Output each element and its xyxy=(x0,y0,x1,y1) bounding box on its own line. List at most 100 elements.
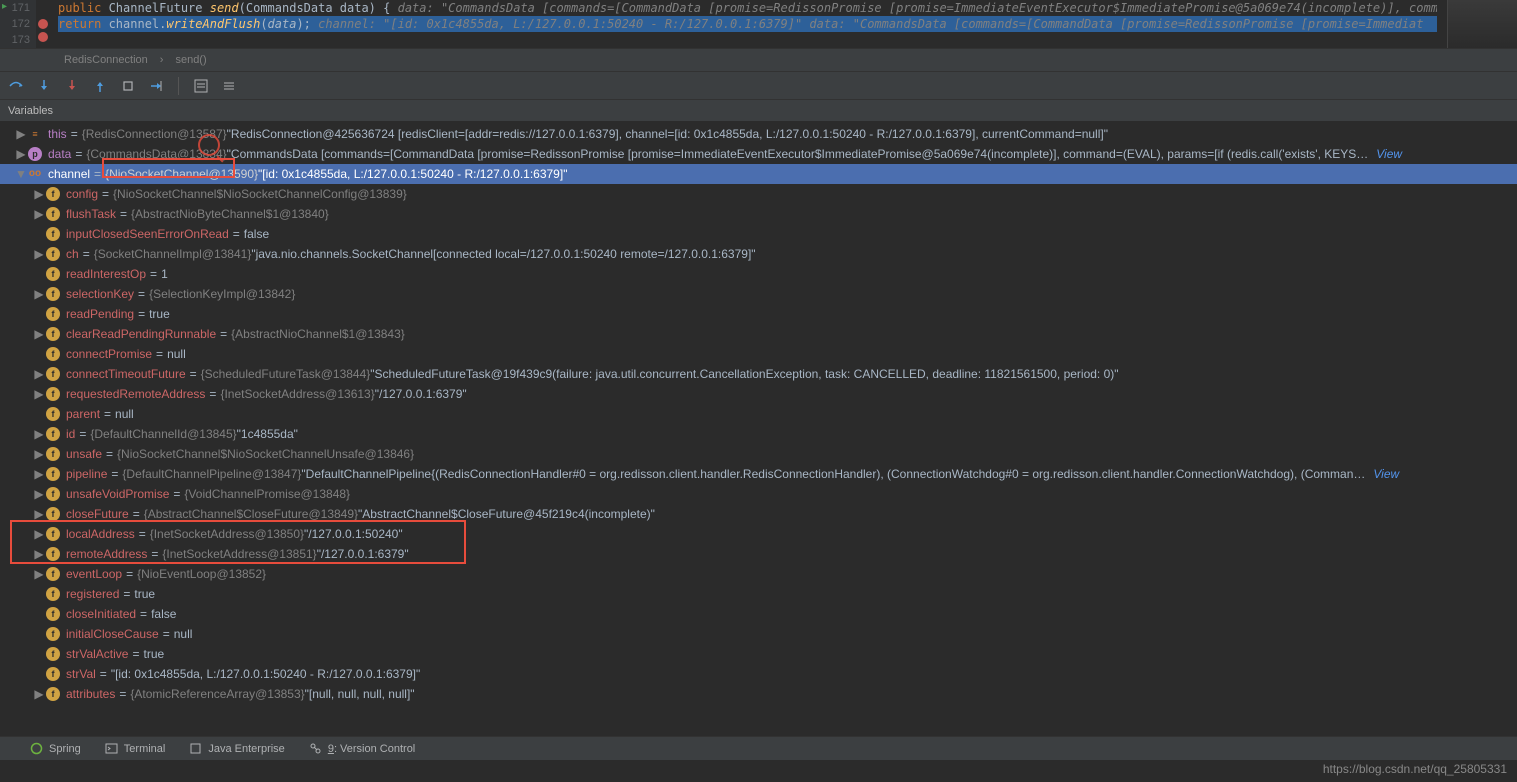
variable-row[interactable]: fstrVal = "[id: 0x1c4855da, L:/127.0.0.1… xyxy=(0,664,1517,684)
variable-type: {CommandsData@13834} xyxy=(86,144,226,164)
equals-sign: = xyxy=(140,604,147,624)
expand-icon[interactable]: ▶ xyxy=(32,424,46,444)
variable-value: "ScheduledFutureTask@19f439c9(failure: j… xyxy=(370,364,1118,384)
code-line xyxy=(58,32,1437,48)
keyword: public xyxy=(58,1,109,15)
expand-icon[interactable]: ▶ xyxy=(32,504,46,524)
force-step-into-icon[interactable] xyxy=(64,78,80,94)
code-minimap[interactable] xyxy=(1447,0,1517,48)
variable-row[interactable]: fregistered = true xyxy=(0,584,1517,604)
variable-row[interactable]: ▶pdata = {CommandsData@13834} "CommandsD… xyxy=(0,144,1517,164)
spring-tool-tab[interactable]: Spring xyxy=(30,742,81,755)
field-badge-icon: f xyxy=(46,587,60,601)
active-breakpoint-icon[interactable] xyxy=(38,32,48,42)
view-link[interactable]: View xyxy=(1376,144,1402,164)
variable-row[interactable]: ▶fattributes = {AtomicReferenceArray@138… xyxy=(0,684,1517,704)
variable-row[interactable]: fparent = null xyxy=(0,404,1517,424)
variables-panel-header[interactable]: Variables xyxy=(0,100,1517,122)
expand-icon[interactable]: ▶ xyxy=(32,244,46,264)
code-text: (CommandsData data) { xyxy=(239,1,398,15)
code-editor[interactable]: ▸ 171 172 173 174 public ChannelFuture s… xyxy=(0,0,1517,48)
expand-icon[interactable]: ▶ xyxy=(32,464,46,484)
field-badge-icon: f xyxy=(46,447,60,461)
expand-icon[interactable]: ▶ xyxy=(14,144,28,164)
expand-icon[interactable]: ▶ xyxy=(32,284,46,304)
variable-row[interactable]: ▶fconfig = {NioSocketChannel$NioSocketCh… xyxy=(0,184,1517,204)
field-badge-icon: f xyxy=(46,287,60,301)
variables-tree[interactable]: ▶≡this = {RedisConnection@13587} "RedisC… xyxy=(0,122,1517,736)
run-to-cursor-icon[interactable] xyxy=(148,78,164,94)
variable-value: "/127.0.0.1:6379" xyxy=(317,544,409,564)
variable-value: "AbstractChannel$CloseFuture@45f219c4(in… xyxy=(358,504,655,524)
variable-type: {VoidChannelPromise@13848} xyxy=(184,484,350,504)
variable-row[interactable]: ▶fpipeline = {DefaultChannelPipeline@138… xyxy=(0,464,1517,484)
field-badge-icon: f xyxy=(46,467,60,481)
equals-sign: = xyxy=(150,264,157,284)
breadcrumb-bar[interactable]: RedisConnection › send() xyxy=(0,48,1517,72)
variable-row[interactable]: finputClosedSeenErrorOnRead = false xyxy=(0,224,1517,244)
step-over-icon[interactable] xyxy=(8,78,24,94)
breadcrumb-class[interactable]: RedisConnection xyxy=(64,54,148,66)
variable-row[interactable]: freadPending = true xyxy=(0,304,1517,324)
breakpoint-gutter[interactable] xyxy=(38,0,52,48)
variable-row[interactable]: ▶frequestedRemoteAddress = {InetSocketAd… xyxy=(0,384,1517,404)
expand-icon[interactable]: ▶ xyxy=(32,524,46,544)
variable-name: readInterestOp xyxy=(66,264,146,284)
field-badge-icon: f xyxy=(46,227,60,241)
variable-value: "1c4855da" xyxy=(237,424,298,444)
variable-name: closeFuture xyxy=(66,504,129,524)
breakpoint-icon[interactable] xyxy=(38,19,48,29)
expand-icon[interactable]: ▶ xyxy=(32,364,46,384)
variable-row[interactable]: ▶fremoteAddress = {InetSocketAddress@138… xyxy=(0,544,1517,564)
code-content[interactable]: public ChannelFuture send(CommandsData d… xyxy=(58,0,1437,48)
variable-type: {NioSocketChannel$NioSocketChannelUnsafe… xyxy=(117,444,414,464)
variable-row[interactable]: freadInterestOp = 1 xyxy=(0,264,1517,284)
variable-row[interactable]: ▶fclearReadPendingRunnable = {AbstractNi… xyxy=(0,324,1517,344)
drop-frame-icon[interactable] xyxy=(120,78,136,94)
expand-icon[interactable]: ▶ xyxy=(32,184,46,204)
step-out-icon[interactable] xyxy=(92,78,108,94)
version-control-tool-tab[interactable]: 9: Version Control xyxy=(309,742,415,755)
variable-value: null xyxy=(167,344,186,364)
equals-sign: = xyxy=(79,424,86,444)
expand-icon[interactable]: ▶ xyxy=(32,384,46,404)
variable-row[interactable]: ▼oochannel = {NioSocketChannel@13590} "[… xyxy=(0,164,1517,184)
expand-icon[interactable]: ▶ xyxy=(32,324,46,344)
variable-row[interactable]: fcloseInitiated = false xyxy=(0,604,1517,624)
spring-icon xyxy=(30,742,43,755)
variable-type: {NioSocketChannel@13590} xyxy=(105,164,258,184)
expand-icon[interactable]: ▶ xyxy=(32,484,46,504)
variable-row[interactable]: finitialCloseCause = null xyxy=(0,624,1517,644)
variable-row[interactable]: ▶fid = {DefaultChannelId@13845} "1c4855d… xyxy=(0,424,1517,444)
variable-row[interactable]: ▶flocalAddress = {InetSocketAddress@1385… xyxy=(0,524,1517,544)
expand-icon[interactable]: ▶ xyxy=(32,684,46,704)
variable-row[interactable]: ▶fcloseFuture = {AbstractChannel$CloseFu… xyxy=(0,504,1517,524)
line-number: 172 xyxy=(0,16,30,32)
step-into-icon[interactable] xyxy=(36,78,52,94)
variable-name: remoteAddress xyxy=(66,544,147,564)
collapse-icon[interactable]: ▼ xyxy=(14,164,28,184)
expand-icon[interactable]: ▶ xyxy=(32,444,46,464)
variable-row[interactable]: ▶funsafeVoidPromise = {VoidChannelPromis… xyxy=(0,484,1517,504)
equals-sign: = xyxy=(123,584,130,604)
variable-row[interactable]: fstrValActive = true xyxy=(0,644,1517,664)
trace-current-stream-icon[interactable] xyxy=(221,78,237,94)
variable-row[interactable]: ▶feventLoop = {NioEventLoop@13852} xyxy=(0,564,1517,584)
view-link[interactable]: View xyxy=(1373,464,1399,484)
evaluate-expression-icon[interactable] xyxy=(193,78,209,94)
variable-row[interactable]: ▶fselectionKey = {SelectionKeyImpl@13842… xyxy=(0,284,1517,304)
equals-sign: = xyxy=(75,144,82,164)
variable-row[interactable]: ▶funsafe = {NioSocketChannel$NioSocketCh… xyxy=(0,444,1517,464)
variable-row[interactable]: ▶fflushTask = {AbstractNioByteChannel$1@… xyxy=(0,204,1517,224)
java-enterprise-tool-tab[interactable]: Java Enterprise xyxy=(189,742,284,755)
variable-row[interactable]: ▶fconnectTimeoutFuture = {ScheduledFutur… xyxy=(0,364,1517,384)
expand-icon[interactable]: ▶ xyxy=(32,544,46,564)
expand-icon[interactable]: ▶ xyxy=(32,564,46,584)
variable-row[interactable]: ▶fch = {SocketChannelImpl@13841} "java.n… xyxy=(0,244,1517,264)
expand-icon[interactable]: ▶ xyxy=(14,124,28,144)
terminal-tool-tab[interactable]: Terminal xyxy=(105,742,166,755)
breadcrumb-method[interactable]: send() xyxy=(175,54,206,66)
expand-icon[interactable]: ▶ xyxy=(32,204,46,224)
variable-row[interactable]: fconnectPromise = null xyxy=(0,344,1517,364)
variable-row[interactable]: ▶≡this = {RedisConnection@13587} "RedisC… xyxy=(0,124,1517,144)
